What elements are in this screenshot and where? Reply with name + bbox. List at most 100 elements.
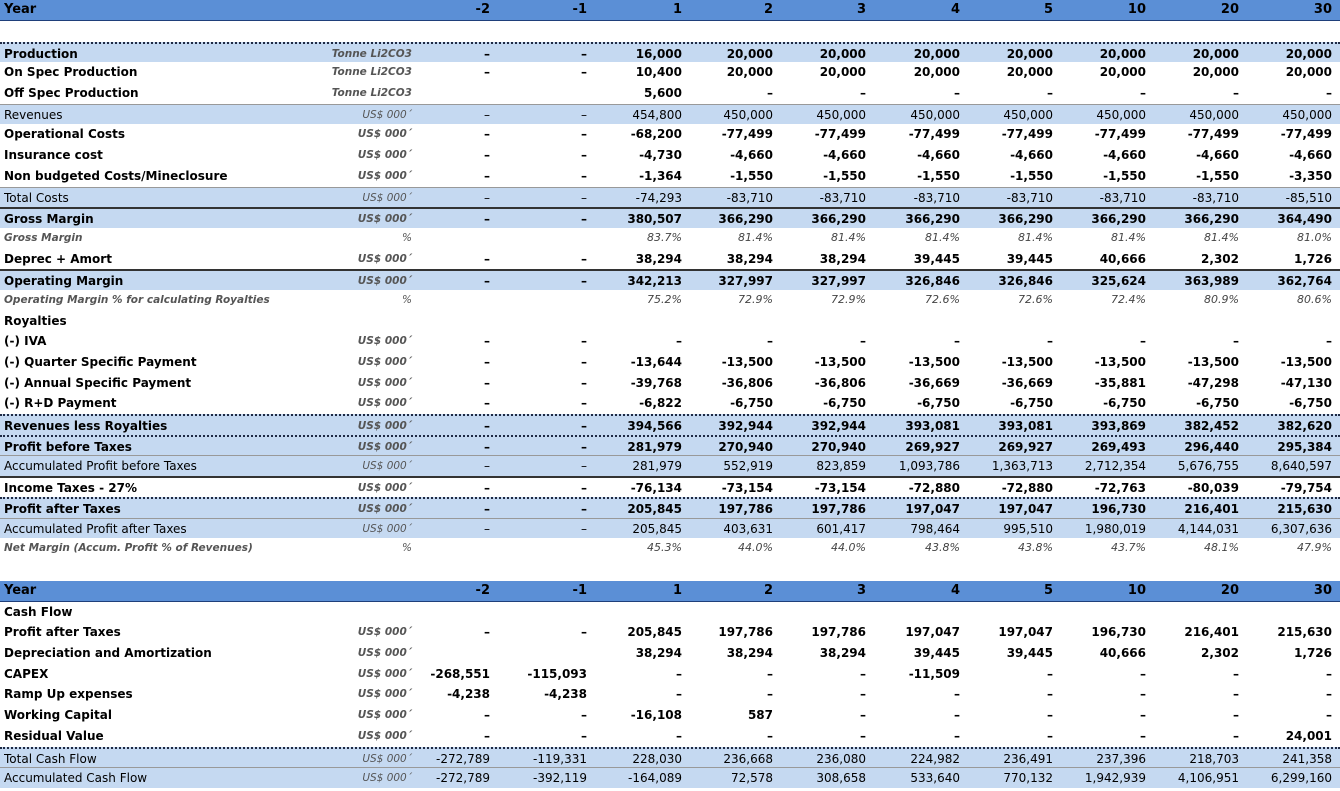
row-label: Revenues less Royalties: [4, 419, 168, 434]
table-cell: –: [954, 728, 960, 743]
table-cell: 823,859: [816, 459, 866, 474]
table-row: Working Capital US$ 000´ – – -16,108 587 – – – – –…: [0, 705, 1340, 726]
row-unit: US$ 000´: [357, 397, 412, 410]
table-cell: 81.4%: [1204, 230, 1239, 244]
row-label: Ramp Up expenses: [4, 687, 133, 702]
table-cell: –: [1233, 86, 1239, 101]
table-cell: 327,997: [811, 274, 866, 289]
table-cell: 1,980,019: [1084, 521, 1146, 536]
table-cell: 450,000: [1096, 107, 1146, 122]
table-cell: 995,510: [1003, 521, 1053, 536]
table-cell: -73,154: [721, 481, 773, 496]
table-cell: –: [1140, 728, 1146, 743]
table-cell: 393,869: [1091, 419, 1146, 434]
table-row: Income Taxes - 27% US$ 000´ – – -76,134 -73,1…: [0, 476, 1340, 497]
table-cell: 295,384: [1277, 439, 1332, 454]
row-unit: US$ 000´: [357, 376, 412, 389]
year-column-header: 1: [672, 2, 682, 17]
table-cell: -36,669: [908, 375, 960, 390]
cash-flow-table: Year -2 -1 1 2 3 4 5 10 20 30 Cash Flow Profit after…: [0, 581, 1340, 788]
table-cell: [965, 311, 1053, 332]
table-cell: 450,000: [910, 107, 960, 122]
table-cell: 20,000: [819, 65, 866, 80]
table-cell: 205,845: [632, 521, 682, 536]
table-cell: 770,132: [1003, 771, 1053, 786]
table-cell: –: [1047, 708, 1053, 723]
table-cell: 197,786: [718, 501, 773, 516]
table-cell: –: [1140, 86, 1146, 101]
table-cell: –: [676, 334, 682, 349]
year-column-header: 30: [1313, 2, 1332, 17]
table-cell: -272,789: [436, 771, 490, 786]
table-cell: 44.0%: [738, 541, 773, 555]
row-unit: US$ 000´: [362, 752, 412, 765]
table-cell: -115,093: [527, 666, 587, 681]
table-cell: 1,363,713: [991, 459, 1053, 474]
table-cell: –: [1233, 708, 1239, 723]
table-row: Cash Flow: [0, 602, 1340, 623]
row-unit: Tonne Li2CO3: [331, 66, 412, 79]
table-cell: [594, 311, 682, 332]
table-cell: –: [484, 168, 490, 183]
table-cell: –: [1047, 334, 1053, 349]
table-cell: –: [484, 481, 490, 496]
table-row: Revenues less Royalties US$ 000´ – – 394,566…: [0, 414, 1340, 435]
table-cell: –: [767, 334, 773, 349]
table-cell: –: [676, 687, 682, 702]
table-cell: –: [1326, 86, 1332, 101]
table-cell: 38,294: [726, 646, 773, 661]
table-row: Non budgeted Costs/Mineclosure US$ 000´ – –…: [0, 166, 1340, 187]
table-cell: 363,989: [1184, 274, 1239, 289]
table-cell: 20,000: [1006, 65, 1053, 80]
table-cell: 281,979: [627, 439, 682, 454]
row-unit: US$ 000´: [357, 169, 412, 182]
table-cell: -36,806: [721, 375, 773, 390]
table-cell: –: [581, 439, 587, 454]
row-label: CAPEX: [4, 666, 49, 681]
table-cell: -13,500: [1280, 355, 1332, 369]
table-cell: 393,081: [998, 419, 1053, 434]
row-label: Insurance cost: [4, 148, 103, 163]
table-row: (-) Quarter Specific Payment US$ 000´ – – -1…: [0, 352, 1340, 373]
table-cell: -39,768: [630, 375, 682, 390]
table-cell: 601,417: [816, 521, 866, 536]
table-cell: -13,500: [1187, 355, 1239, 369]
table-cell: –: [767, 86, 773, 101]
table-cell: 366,290: [1184, 212, 1239, 227]
table-cell: 16,000: [635, 46, 682, 61]
table-row: Royalties: [0, 311, 1340, 332]
table-cell: –: [484, 625, 490, 640]
table-cell: 366,290: [718, 212, 773, 227]
table-cell: -1,550: [1103, 168, 1146, 183]
table-cell: –: [581, 107, 587, 122]
table-cell: –: [1233, 666, 1239, 681]
table-cell: –: [484, 459, 490, 474]
table-cell: 215,630: [1277, 501, 1332, 516]
table-cell: 20,000: [1006, 46, 1053, 61]
row-label: Cash Flow: [4, 604, 73, 619]
table-cell: –: [1140, 334, 1146, 349]
year-column-header: 10: [1127, 2, 1146, 17]
table-cell: 38,294: [819, 251, 866, 266]
row-label: Residual Value: [4, 728, 104, 743]
table-cell: 4,106,951: [1177, 771, 1239, 786]
table-row: Deprec + Amort US$ 000´ – – 38,294 38,294 38,2…: [0, 249, 1340, 270]
table-cell: 40,666: [1099, 251, 1146, 266]
table-cell: –: [860, 687, 866, 702]
table-cell: [499, 602, 587, 623]
table-cell: 38,294: [635, 646, 682, 661]
table-cell: 72.9%: [738, 292, 773, 306]
table-row: Profit after Taxes US$ 000´ – – 205,845 197,7…: [0, 496, 1340, 518]
spacer-row: [0, 21, 1340, 42]
row-unit: US$ 000´: [362, 108, 412, 121]
row-unit: US$ 000´: [357, 252, 412, 265]
table-cell: -4,660: [1196, 148, 1239, 163]
table-cell: 224,982: [910, 751, 960, 766]
table-cell: –: [484, 107, 490, 122]
table-cell: 241,358: [1282, 751, 1332, 766]
table-cell: 20,000: [1285, 46, 1332, 61]
table-cell: -83,710: [1006, 190, 1053, 205]
table-cell: –: [1233, 687, 1239, 702]
table-cell: 366,290: [905, 212, 960, 227]
table-cell: 269,927: [905, 439, 960, 454]
